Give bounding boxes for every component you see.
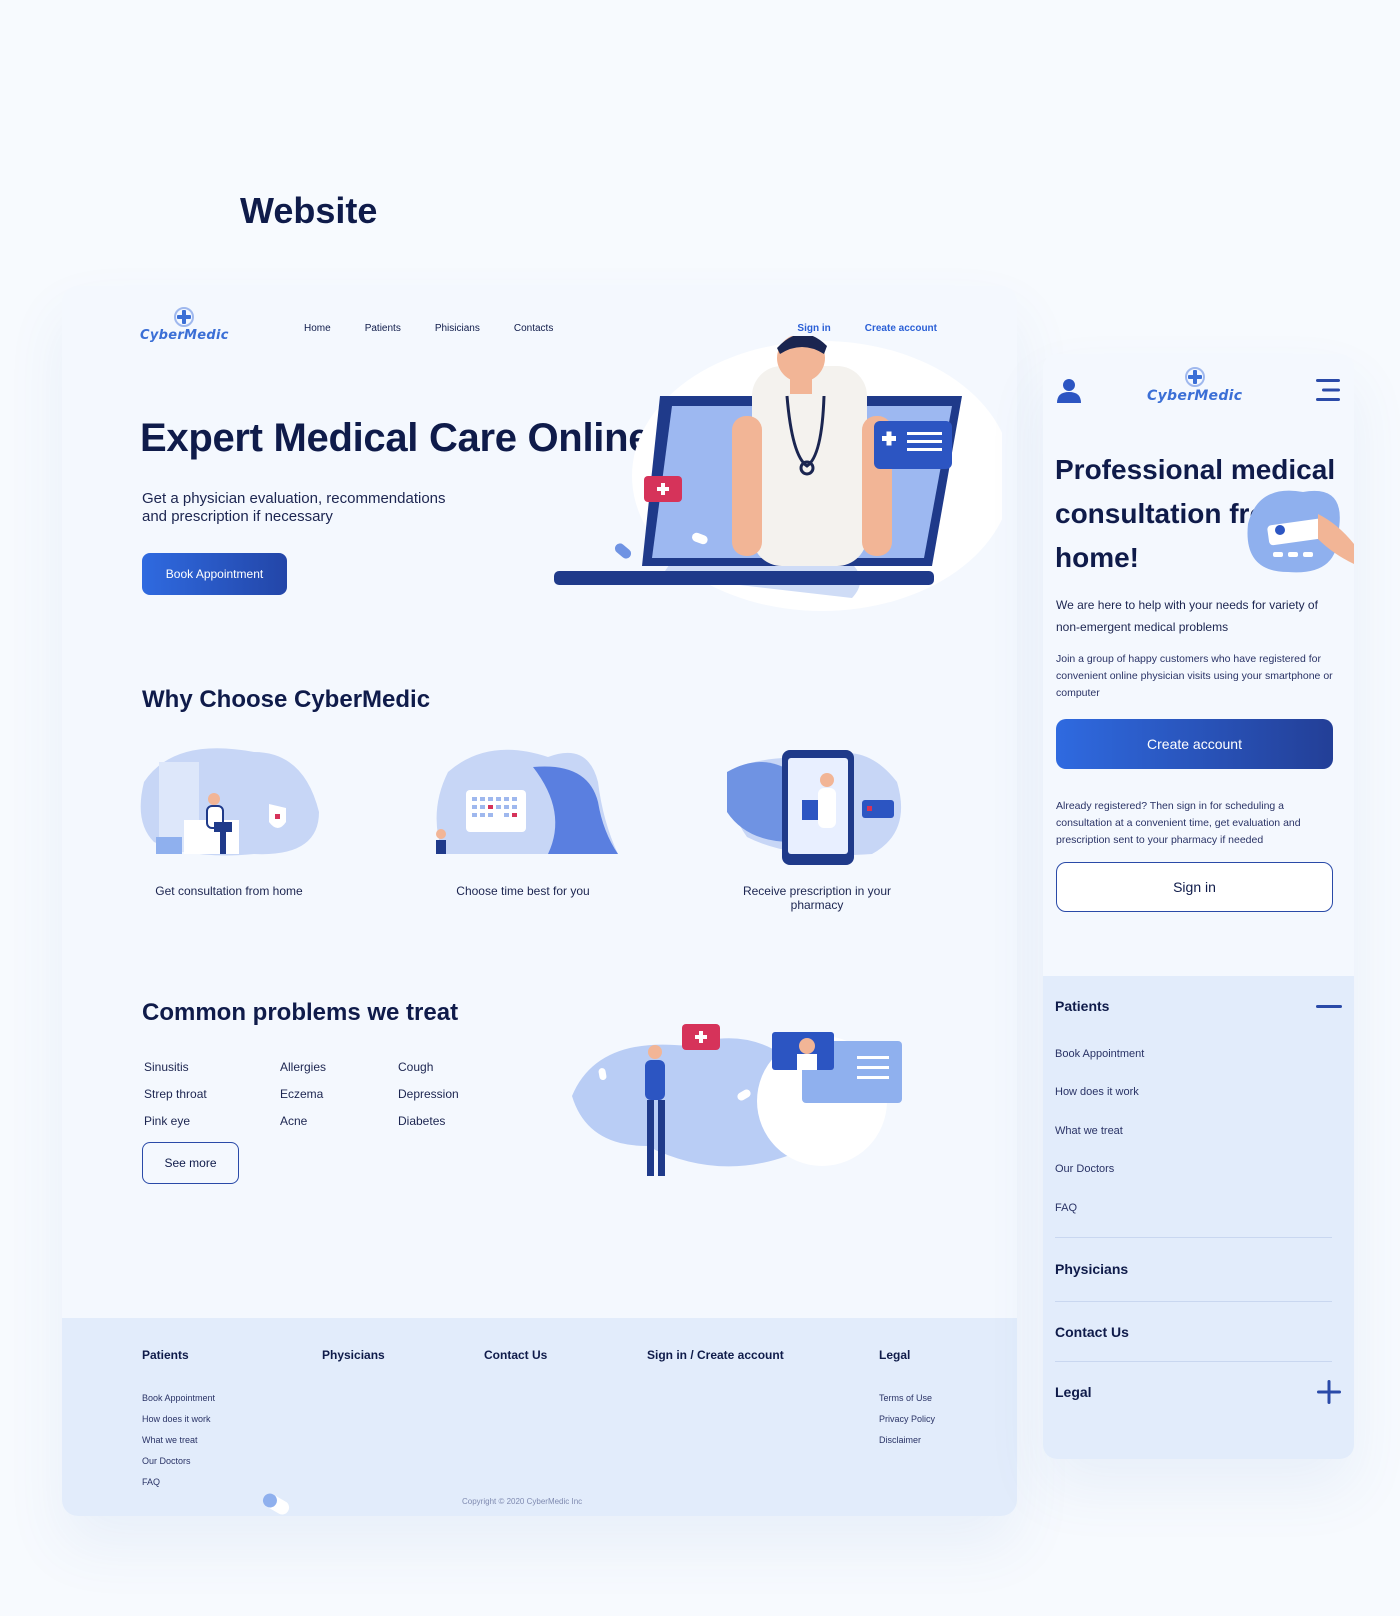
telemedicine-illustration (572, 1024, 902, 1176)
footer-heading[interactable]: Physicians (322, 1348, 385, 1362)
logo-cross-icon (174, 307, 195, 327)
feature-prescription: Receive prescription in your pharmacy (717, 742, 917, 912)
hero-subtitle: Get a physician evaluation, recommendati… (142, 490, 446, 525)
accordion-legal[interactable]: Legal (1055, 1384, 1092, 1400)
footer-col-patients: Patients Book Appointment How does it wo… (142, 1348, 215, 1493)
footer-col-signin: Sign in / Create account (647, 1348, 784, 1388)
mobile-join-text: Join a group of happy customers who have… (1056, 653, 1333, 699)
footer-col-contact: Contact Us (484, 1348, 547, 1388)
problems-list: Sinusitis Allergies Cough Strep throat E… (144, 1060, 518, 1128)
plus-icon[interactable] (1316, 1379, 1342, 1405)
doctor-laptop-illustration (554, 336, 1002, 611)
logo-wordmark: CyberMedic (140, 328, 229, 343)
footer-link[interactable]: Our Doctors (142, 1451, 215, 1472)
problem-item: Pink eye (144, 1114, 191, 1128)
footer-col-legal: Legal Terms of Use Privacy Policy Discla… (879, 1348, 935, 1451)
phone-hand-illustration (1247, 490, 1354, 573)
footer-heading: Legal (879, 1348, 911, 1362)
problem-item: Strep throat (144, 1087, 207, 1101)
minus-icon[interactable] (1316, 1005, 1342, 1008)
divider (1055, 1237, 1332, 1238)
footer-link[interactable]: Privacy Policy (879, 1409, 935, 1430)
copyright: Copyright © 2020 CyberMedic Inc (462, 1497, 583, 1506)
feature-consultation: Get consultation from home (129, 742, 329, 898)
nav-contacts[interactable]: Contacts (514, 323, 553, 334)
hamburger-menu-icon[interactable] (1314, 376, 1342, 404)
footer-link[interactable]: FAQ (142, 1472, 215, 1493)
problem-item: Allergies (280, 1060, 327, 1074)
sign-in-link[interactable]: Sign in (797, 323, 830, 334)
why-title: Why Choose CyberMedic (142, 686, 431, 713)
accordion-link[interactable]: FAQ (1055, 1202, 1077, 1214)
problem-item: Sinusitis (144, 1060, 189, 1074)
accordion-link[interactable]: Our Doctors (1055, 1163, 1114, 1175)
problems-title: Common problems we treat (142, 999, 459, 1026)
mobile-lead: We are here to help with your needs for … (1056, 598, 1318, 634)
problem-item: Eczema (280, 1087, 324, 1101)
footer-col-physicians: Physicians (322, 1348, 385, 1388)
feature-caption: Get consultation from home (155, 884, 303, 898)
logo-cross-icon (1184, 367, 1205, 387)
footer-link[interactable]: What we treat (142, 1430, 215, 1451)
user-icon[interactable] (1055, 376, 1083, 404)
create-account-button[interactable]: Create account (1056, 719, 1333, 769)
feature-caption: Receive prescription in your pharmacy (742, 884, 892, 912)
mobile-mockup: CyberMedic Professional medical consulta… (1043, 354, 1354, 1459)
problem-item: Depression (398, 1087, 459, 1101)
main-nav: Home Patients Phisicians Contacts (304, 323, 553, 334)
footer-heading: Patients (142, 1348, 189, 1362)
sign-in-button[interactable]: Sign in (1056, 862, 1333, 912)
problem-item: Diabetes (398, 1114, 446, 1128)
footer-link[interactable]: Book Appointment (142, 1388, 215, 1409)
nav-phisicians[interactable]: Phisicians (435, 323, 480, 334)
phone-doctor-illustration (727, 750, 902, 865)
desktop-mockup: CyberMedic Home Patients Phisicians Cont… (62, 286, 1017, 1516)
accordion-contact[interactable]: Contact Us (1055, 1324, 1129, 1340)
logo[interactable]: CyberMedic (140, 306, 229, 343)
feature-time: Choose time best for you (423, 742, 623, 898)
accordion-link[interactable]: How does it work (1055, 1086, 1139, 1098)
mobile-accordion: Patients Book Appointment How does it wo… (1043, 976, 1354, 1459)
footer-link[interactable]: Terms of Use (879, 1388, 935, 1409)
create-account-link[interactable]: Create account (865, 323, 937, 334)
accordion-physicians[interactable]: Physicians (1055, 1261, 1128, 1277)
divider (1055, 1301, 1332, 1302)
accordion-link[interactable]: What we treat (1055, 1125, 1123, 1137)
divider (1055, 1361, 1332, 1362)
auth-links: Sign in Create account (797, 323, 937, 334)
logo[interactable]: CyberMedic (1147, 366, 1242, 404)
pill-icon (262, 1493, 290, 1515)
footer-heading[interactable]: Contact Us (484, 1348, 547, 1362)
footer-link[interactable]: Disclaimer (879, 1430, 935, 1451)
site-footer: Patients Book Appointment How does it wo… (62, 1318, 1017, 1516)
problem-item: Acne (280, 1114, 308, 1128)
page-heading: Website (240, 190, 378, 231)
see-more-button[interactable]: See more (142, 1142, 239, 1184)
problem-item: Cough (398, 1060, 434, 1074)
nav-home[interactable]: Home (304, 323, 331, 334)
footer-heading[interactable]: Sign in / Create account (647, 1348, 784, 1362)
book-appointment-button[interactable]: Book Appointment (142, 553, 287, 595)
calendar-illustration (436, 749, 618, 854)
mobile-already-text: Already registered? Then sign in for sch… (1056, 800, 1301, 846)
logo-wordmark: CyberMedic (1147, 388, 1243, 404)
home-consultation-illustration (140, 748, 319, 856)
accordion-patients[interactable]: Patients (1055, 998, 1109, 1014)
accordion-link[interactable]: Book Appointment (1055, 1048, 1144, 1060)
nav-patients[interactable]: Patients (365, 323, 401, 334)
feature-caption: Choose time best for you (456, 884, 590, 898)
footer-link[interactable]: How does it work (142, 1409, 215, 1430)
